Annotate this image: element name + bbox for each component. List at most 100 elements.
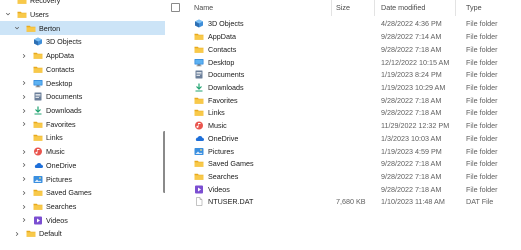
file-row[interactable]: 3D Objects 4/28/2022 4:36 PM File folder (168, 18, 521, 31)
navigation-pane: Default Videos Searches Saved Games Pictures… (0, 0, 165, 250)
pictures-icon (32, 174, 43, 184)
file-name: Music (208, 121, 227, 131)
chevron-right-icon[interactable] (20, 149, 28, 155)
file-row[interactable]: NTUSER.DAT 7,680 KB 1/10/2023 11:48 AM DAT … (168, 196, 521, 209)
file-row[interactable]: Desktop 12/12/2022 10:15 AM File folder (168, 56, 521, 69)
file-date-modified: 1/19/2023 4:59 PM (381, 146, 442, 156)
file-row[interactable]: Music 11/29/2022 12:32 PM File folder (168, 119, 521, 132)
nav-item-pictures[interactable]: Pictures (0, 172, 165, 186)
nav-item-label: Users (30, 9, 49, 19)
nav-item-label: Saved Games (46, 188, 92, 198)
column-header-name[interactable]: Name (194, 0, 213, 14)
nav-item-default[interactable]: Default (0, 227, 165, 241)
chevron-right-icon[interactable] (20, 190, 28, 196)
chevron-right-icon[interactable] (20, 108, 28, 114)
nav-item-label: Recovery (30, 0, 61, 6)
file-type: File folder (466, 146, 498, 156)
file-date-modified: 9/28/2022 7:18 AM (381, 184, 442, 194)
file-type: File folder (466, 184, 498, 194)
navigation-scrollbar[interactable] (163, 131, 165, 193)
file-date-modified: 1/10/2023 11:48 AM (381, 197, 445, 207)
nav-item-saved-games[interactable]: Saved Games (0, 186, 165, 200)
folder-icon (32, 51, 43, 61)
nav-item-music[interactable]: Music (0, 145, 165, 159)
chevron-right-icon[interactable] (20, 80, 28, 86)
chevron-right-icon[interactable] (20, 53, 28, 59)
chevron-right-icon[interactable] (20, 204, 28, 210)
file-date-modified: 11/29/2022 12:32 PM (381, 121, 450, 131)
desktop-icon (32, 78, 43, 88)
chevron-down-icon[interactable] (13, 25, 21, 31)
file-row[interactable]: Saved Games 9/28/2022 7:18 AM File folder (168, 157, 521, 170)
nav-item-videos[interactable]: Videos (0, 214, 165, 228)
chevron-right-icon[interactable] (20, 217, 28, 223)
music-icon (194, 119, 204, 132)
chevron-right-icon[interactable] (13, 231, 21, 237)
nav-item-downloads[interactable]: Downloads (0, 104, 165, 118)
file-type: File folder (466, 32, 498, 42)
nav-item-label: Berton (39, 23, 61, 33)
nav-item-favorites[interactable]: Favorites (0, 117, 165, 131)
chevron-right-icon[interactable] (20, 162, 28, 168)
folder-icon (194, 157, 204, 170)
nav-item-searches[interactable]: Searches (0, 200, 165, 214)
nav-item-documents[interactable]: Documents (0, 90, 165, 104)
file-row[interactable]: Searches 9/28/2022 7:18 AM File folder (168, 170, 521, 183)
file-row[interactable]: Links 9/28/2022 7:18 AM File folder (168, 107, 521, 120)
column-header-type[interactable]: Type (466, 0, 482, 14)
nav-item-label: Music (46, 147, 65, 157)
chevron-right-icon[interactable] (20, 176, 28, 182)
file-type: File folder (466, 95, 498, 105)
nav-item-label: Pictures (46, 174, 72, 184)
file-type: File folder (466, 133, 498, 143)
nav-item-users[interactable]: Users (0, 8, 165, 22)
videos-icon (32, 215, 43, 225)
file-name: 3D Objects (208, 19, 244, 29)
folder-icon (25, 23, 36, 33)
nav-item-links[interactable]: Links (0, 131, 165, 145)
file-row[interactable]: Pictures 1/19/2023 4:59 PM File folder (168, 145, 521, 158)
file-type: File folder (466, 82, 498, 92)
column-header-size[interactable]: Size (336, 0, 350, 14)
file-row[interactable]: Downloads 1/19/2023 10:29 AM File folder (168, 81, 521, 94)
file-date-modified: 9/28/2022 7:18 AM (381, 159, 442, 169)
nav-item-contacts[interactable]: Contacts (0, 63, 165, 77)
chevron-right-icon[interactable] (20, 94, 28, 100)
nav-item-desktop[interactable]: Desktop (0, 76, 165, 90)
file-type: File folder (466, 121, 498, 131)
file-row[interactable]: OneDrive 1/3/2023 10:03 AM File folder (168, 132, 521, 145)
folder-icon (32, 133, 43, 143)
file-date-modified: 1/19/2023 10:29 AM (381, 82, 446, 92)
nav-item-label: Contacts (46, 64, 75, 74)
select-all-checkbox[interactable] (171, 0, 180, 14)
file-type: DAT File (466, 197, 494, 207)
file-row[interactable]: Documents 1/19/2023 8:24 PM File folder (168, 68, 521, 81)
column-header-row: Name Size Date modified Type (168, 0, 521, 16)
chevron-right-icon[interactable] (20, 121, 28, 127)
file-row[interactable]: AppData 9/28/2022 7:14 AM File folder (168, 30, 521, 43)
nav-item-label: Default (39, 229, 62, 239)
nav-item-3d-objects[interactable]: 3D Objects (0, 35, 165, 49)
file-date-modified: 9/28/2022 7:18 AM (381, 44, 442, 54)
chevron-down-icon[interactable] (4, 11, 12, 17)
file-row[interactable]: Favorites 9/28/2022 7:18 AM File folder (168, 94, 521, 107)
nav-item-recovery[interactable]: Recovery (0, 0, 165, 8)
column-divider[interactable] (374, 0, 375, 16)
folder-icon (194, 107, 204, 120)
column-divider[interactable] (331, 0, 332, 16)
cube-icon (32, 37, 43, 47)
column-header-date-modified[interactable]: Date modified (381, 0, 425, 14)
file-row[interactable]: Contacts 9/28/2022 7:18 AM File folder (168, 43, 521, 56)
nav-item-appdata[interactable]: AppData (0, 49, 165, 63)
file-date-modified: 9/28/2022 7:14 AM (381, 32, 442, 42)
nav-item-label: Videos (46, 215, 68, 225)
file-type: File folder (466, 70, 498, 80)
file-row[interactable]: Videos 9/28/2022 7:18 AM File folder (168, 183, 521, 196)
folder-icon (194, 170, 204, 183)
folder-icon (194, 43, 204, 56)
nav-item-berton[interactable]: Berton (0, 21, 165, 35)
nav-item-onedrive[interactable]: OneDrive (0, 159, 165, 173)
file-name: Favorites (208, 95, 238, 105)
file-date-modified: 9/28/2022 7:18 AM (381, 171, 442, 181)
column-divider[interactable] (455, 0, 456, 16)
